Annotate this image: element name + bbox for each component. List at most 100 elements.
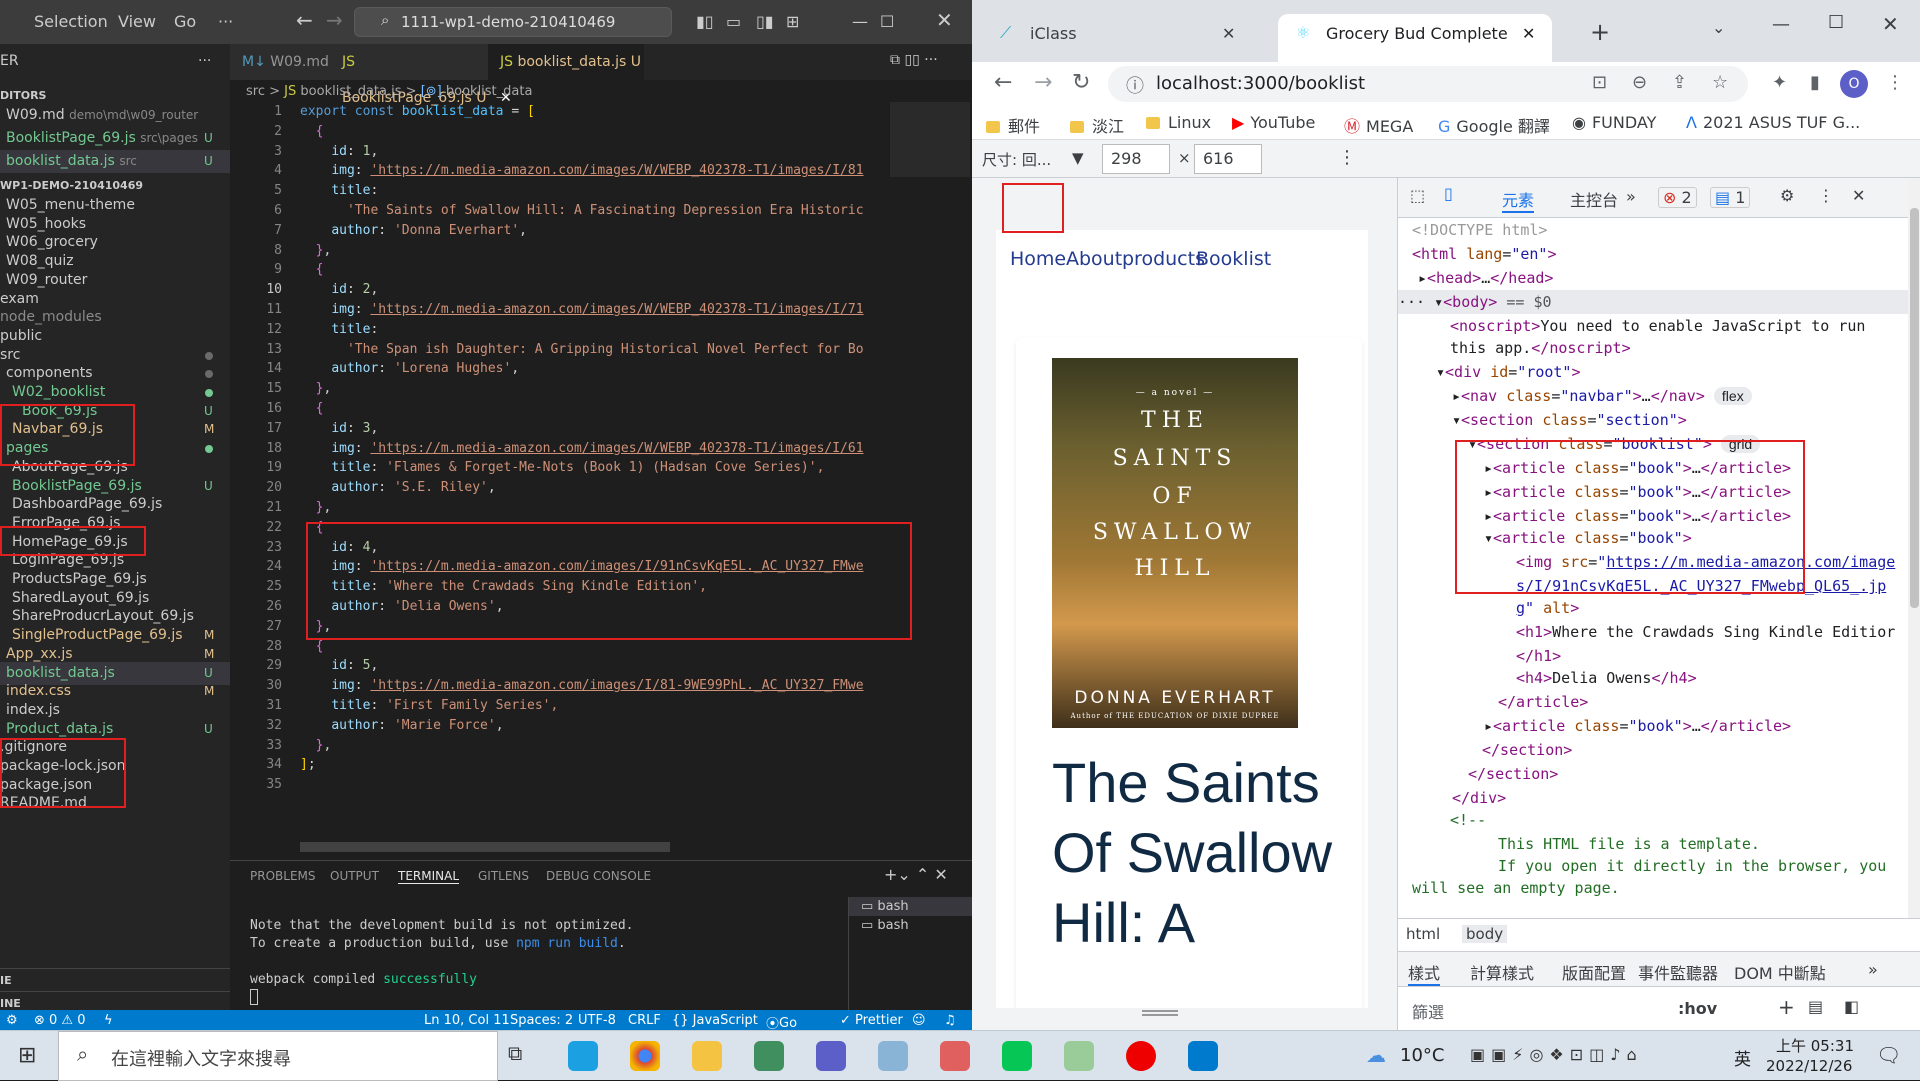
tab-problems[interactable]: PROBLEMS bbox=[250, 869, 316, 883]
open-editor-item[interactable]: BooklistPage_69.js src\pages U bbox=[0, 127, 230, 150]
profile-avatar[interactable]: O bbox=[1840, 70, 1868, 98]
tab-elements[interactable]: 元素 bbox=[1502, 187, 1535, 213]
browser-tab-grocery[interactable]: ⚛ Grocery Bud Complete ✕ bbox=[1278, 14, 1552, 62]
code-line[interactable]: { bbox=[300, 122, 880, 142]
dom-node[interactable]: </section> bbox=[1482, 738, 1572, 762]
code-line[interactable]: }, bbox=[300, 241, 880, 261]
tab-computed[interactable]: 計算樣式 bbox=[1470, 960, 1534, 984]
indentation[interactable]: Spaces: 2 bbox=[510, 1013, 573, 1028]
devtools-menu-icon[interactable]: ⋮ bbox=[1818, 186, 1834, 205]
toggle-sidebar-icon[interactable]: ▮▯ bbox=[696, 12, 714, 31]
dom-node[interactable]: <h4>Delia Owens</h4> bbox=[1516, 666, 1697, 690]
feedback-icon[interactable]: ☺ bbox=[912, 1013, 926, 1028]
tab-event-listeners[interactable]: 事件監聽器 bbox=[1638, 960, 1718, 984]
code-line[interactable]: }, bbox=[300, 736, 880, 756]
sync-icon[interactable]: ϟ bbox=[104, 1013, 113, 1028]
minimize-icon[interactable]: — bbox=[852, 12, 868, 31]
flex-badge[interactable]: flex bbox=[1713, 387, 1752, 405]
breadcrumb-item[interactable]: booklist_data.js bbox=[300, 84, 401, 99]
close-tab-icon[interactable]: ✕ bbox=[1522, 24, 1535, 43]
code-line[interactable]: id: 2, bbox=[300, 280, 880, 300]
prettier-status[interactable]: ✓ Prettier bbox=[840, 1013, 903, 1028]
teams-icon[interactable] bbox=[816, 1041, 846, 1071]
dom-node[interactable]: ▸<head>…</head> bbox=[1418, 266, 1553, 290]
message-count[interactable]: ▤ 1 bbox=[1710, 187, 1751, 208]
new-tab-icon[interactable]: + bbox=[1590, 18, 1610, 46]
snipping-icon[interactable] bbox=[940, 1041, 970, 1071]
url-bar[interactable]: ⓘ localhost:3000/booklist ⊡ ⊖ ⇪ ☆ bbox=[1108, 66, 1748, 102]
paint-icon[interactable]: ▤ bbox=[1808, 997, 1823, 1016]
more-tabs-icon[interactable]: » bbox=[1868, 960, 1878, 979]
code-line[interactable]: author: 'Marie Force', bbox=[300, 716, 880, 736]
file-explorer-icon[interactable] bbox=[692, 1041, 722, 1071]
toggle-secondary-icon[interactable]: ▯▮ bbox=[756, 12, 774, 31]
line-icon[interactable] bbox=[1002, 1041, 1032, 1071]
translate-icon[interactable]: ⊡ bbox=[1592, 72, 1607, 93]
tab-gitlens[interactable]: GITLENS bbox=[478, 869, 529, 883]
tab-output[interactable]: OUTPUT bbox=[330, 869, 379, 883]
temperature[interactable]: 10°C bbox=[1400, 1045, 1444, 1066]
back-arrow-icon[interactable]: ← bbox=[296, 8, 313, 32]
device-toggle-icon[interactable]: ▯ bbox=[1444, 184, 1453, 203]
toggle-panel-icon[interactable]: ▭ bbox=[726, 12, 741, 31]
tab-console[interactable]: 主控台 bbox=[1570, 187, 1618, 211]
command-search[interactable]: ⌕ 1111-wp1-demo-210410469 bbox=[354, 7, 672, 37]
nav-products-link[interactable]: products bbox=[1122, 248, 1205, 270]
dom-node[interactable]: ▾<section class="section"> bbox=[1452, 408, 1687, 432]
dom-node[interactable]: ▾<div id="root"> bbox=[1436, 360, 1581, 384]
calculator-icon[interactable] bbox=[754, 1041, 784, 1071]
chrome-icon[interactable] bbox=[630, 1041, 660, 1071]
terminal-shell-item[interactable]: ▭ bash bbox=[849, 916, 972, 935]
open-editor-item[interactable]: booklist_data.js src U bbox=[0, 150, 230, 173]
crumb-body[interactable]: body bbox=[1462, 925, 1508, 943]
code-line[interactable]: title: 'First Family Series', bbox=[300, 696, 880, 716]
share-icon[interactable]: ⇪ bbox=[1672, 72, 1687, 93]
dom-comment[interactable]: <!-- bbox=[1450, 808, 1486, 832]
dom-node[interactable]: </article> bbox=[1498, 690, 1588, 714]
sidebar-toggle-icon[interactable]: ◧ bbox=[1844, 997, 1859, 1016]
dom-node[interactable]: <noscript>You need to enable JavaScript … bbox=[1450, 314, 1865, 338]
line-ending[interactable]: CRLF bbox=[628, 1013, 661, 1028]
close-icon[interactable]: ✕ bbox=[936, 8, 953, 32]
menu-icon[interactable]: ⋮ bbox=[1886, 72, 1904, 93]
dom-node[interactable]: ▸<nav class="navbar">…</nav> flex bbox=[1452, 384, 1752, 408]
cursor-position[interactable]: Ln 10, Col 11 bbox=[424, 1013, 510, 1028]
menu-view[interactable]: View bbox=[118, 12, 156, 31]
paint-icon[interactable] bbox=[878, 1041, 908, 1071]
terminal-shell-item[interactable]: ▭ bash bbox=[849, 897, 972, 916]
task-view-icon[interactable]: ⧉ bbox=[508, 1041, 538, 1071]
code-line[interactable]: }, bbox=[300, 379, 880, 399]
paint3d-icon[interactable] bbox=[1064, 1041, 1094, 1071]
minimap[interactable] bbox=[890, 102, 970, 177]
weather-icon[interactable]: ☁ bbox=[1366, 1043, 1386, 1067]
menu-selection[interactable]: Selection bbox=[34, 12, 108, 31]
minimize-icon[interactable]: — bbox=[1772, 14, 1790, 35]
clock-time[interactable]: 上午 05:31 bbox=[1776, 1035, 1854, 1056]
bookmark-item[interactable]: 淡江 bbox=[1070, 113, 1124, 137]
dom-node[interactable]: </div> bbox=[1452, 786, 1506, 810]
browser-tab-iclass[interactable]: ⟋ iClass ✕ bbox=[982, 14, 1252, 54]
close-devtools-icon[interactable]: ✕ bbox=[1852, 186, 1865, 205]
maximize-icon[interactable]: ☐ bbox=[1828, 12, 1844, 33]
hov-toggle[interactable]: :hov bbox=[1678, 999, 1717, 1018]
code-line[interactable]: 'The Span ish Daughter: A Gripping Histo… bbox=[300, 340, 880, 360]
code-line[interactable]: id: 3, bbox=[300, 419, 880, 439]
language-mode[interactable]: {} JavaScript bbox=[672, 1013, 758, 1028]
close-icon[interactable]: ✕ bbox=[1882, 12, 1899, 36]
code-line[interactable]: 'The Saints of Swallow Hill: A Fascinati… bbox=[300, 201, 880, 221]
ime-indicator[interactable]: 英 bbox=[1734, 1045, 1751, 1070]
code-line[interactable]: author: 'Donna Everhart', bbox=[300, 221, 880, 241]
code-line[interactable]: author: 'Lorena Hughes', bbox=[300, 359, 880, 379]
dom-node[interactable]: <h1>Where the Crawdads Sing Kindle Editi… bbox=[1516, 620, 1895, 644]
clock-date[interactable]: 2022/12/26 bbox=[1766, 1057, 1852, 1075]
tab-booklist-data[interactable]: JS booklist_data.js U ✕ bbox=[488, 44, 644, 106]
menu-go[interactable]: Go bbox=[174, 12, 196, 31]
nav-booklist-link[interactable]: Booklist bbox=[1196, 248, 1271, 270]
more-icon[interactable]: ··· bbox=[198, 50, 211, 73]
dom-node-selected[interactable]: ··· ▾<body> == $0 bbox=[1398, 290, 1908, 314]
settings-gear-icon[interactable]: ⚙ bbox=[1780, 186, 1794, 205]
code-line[interactable]: title: 'Flames & Forget-Me-Nots (Book 1)… bbox=[300, 458, 880, 478]
more-tabs-icon[interactable]: » bbox=[1626, 187, 1636, 206]
dom-node[interactable]: <!DOCTYPE html> bbox=[1412, 218, 1547, 242]
code-line[interactable]: }, bbox=[300, 498, 880, 518]
